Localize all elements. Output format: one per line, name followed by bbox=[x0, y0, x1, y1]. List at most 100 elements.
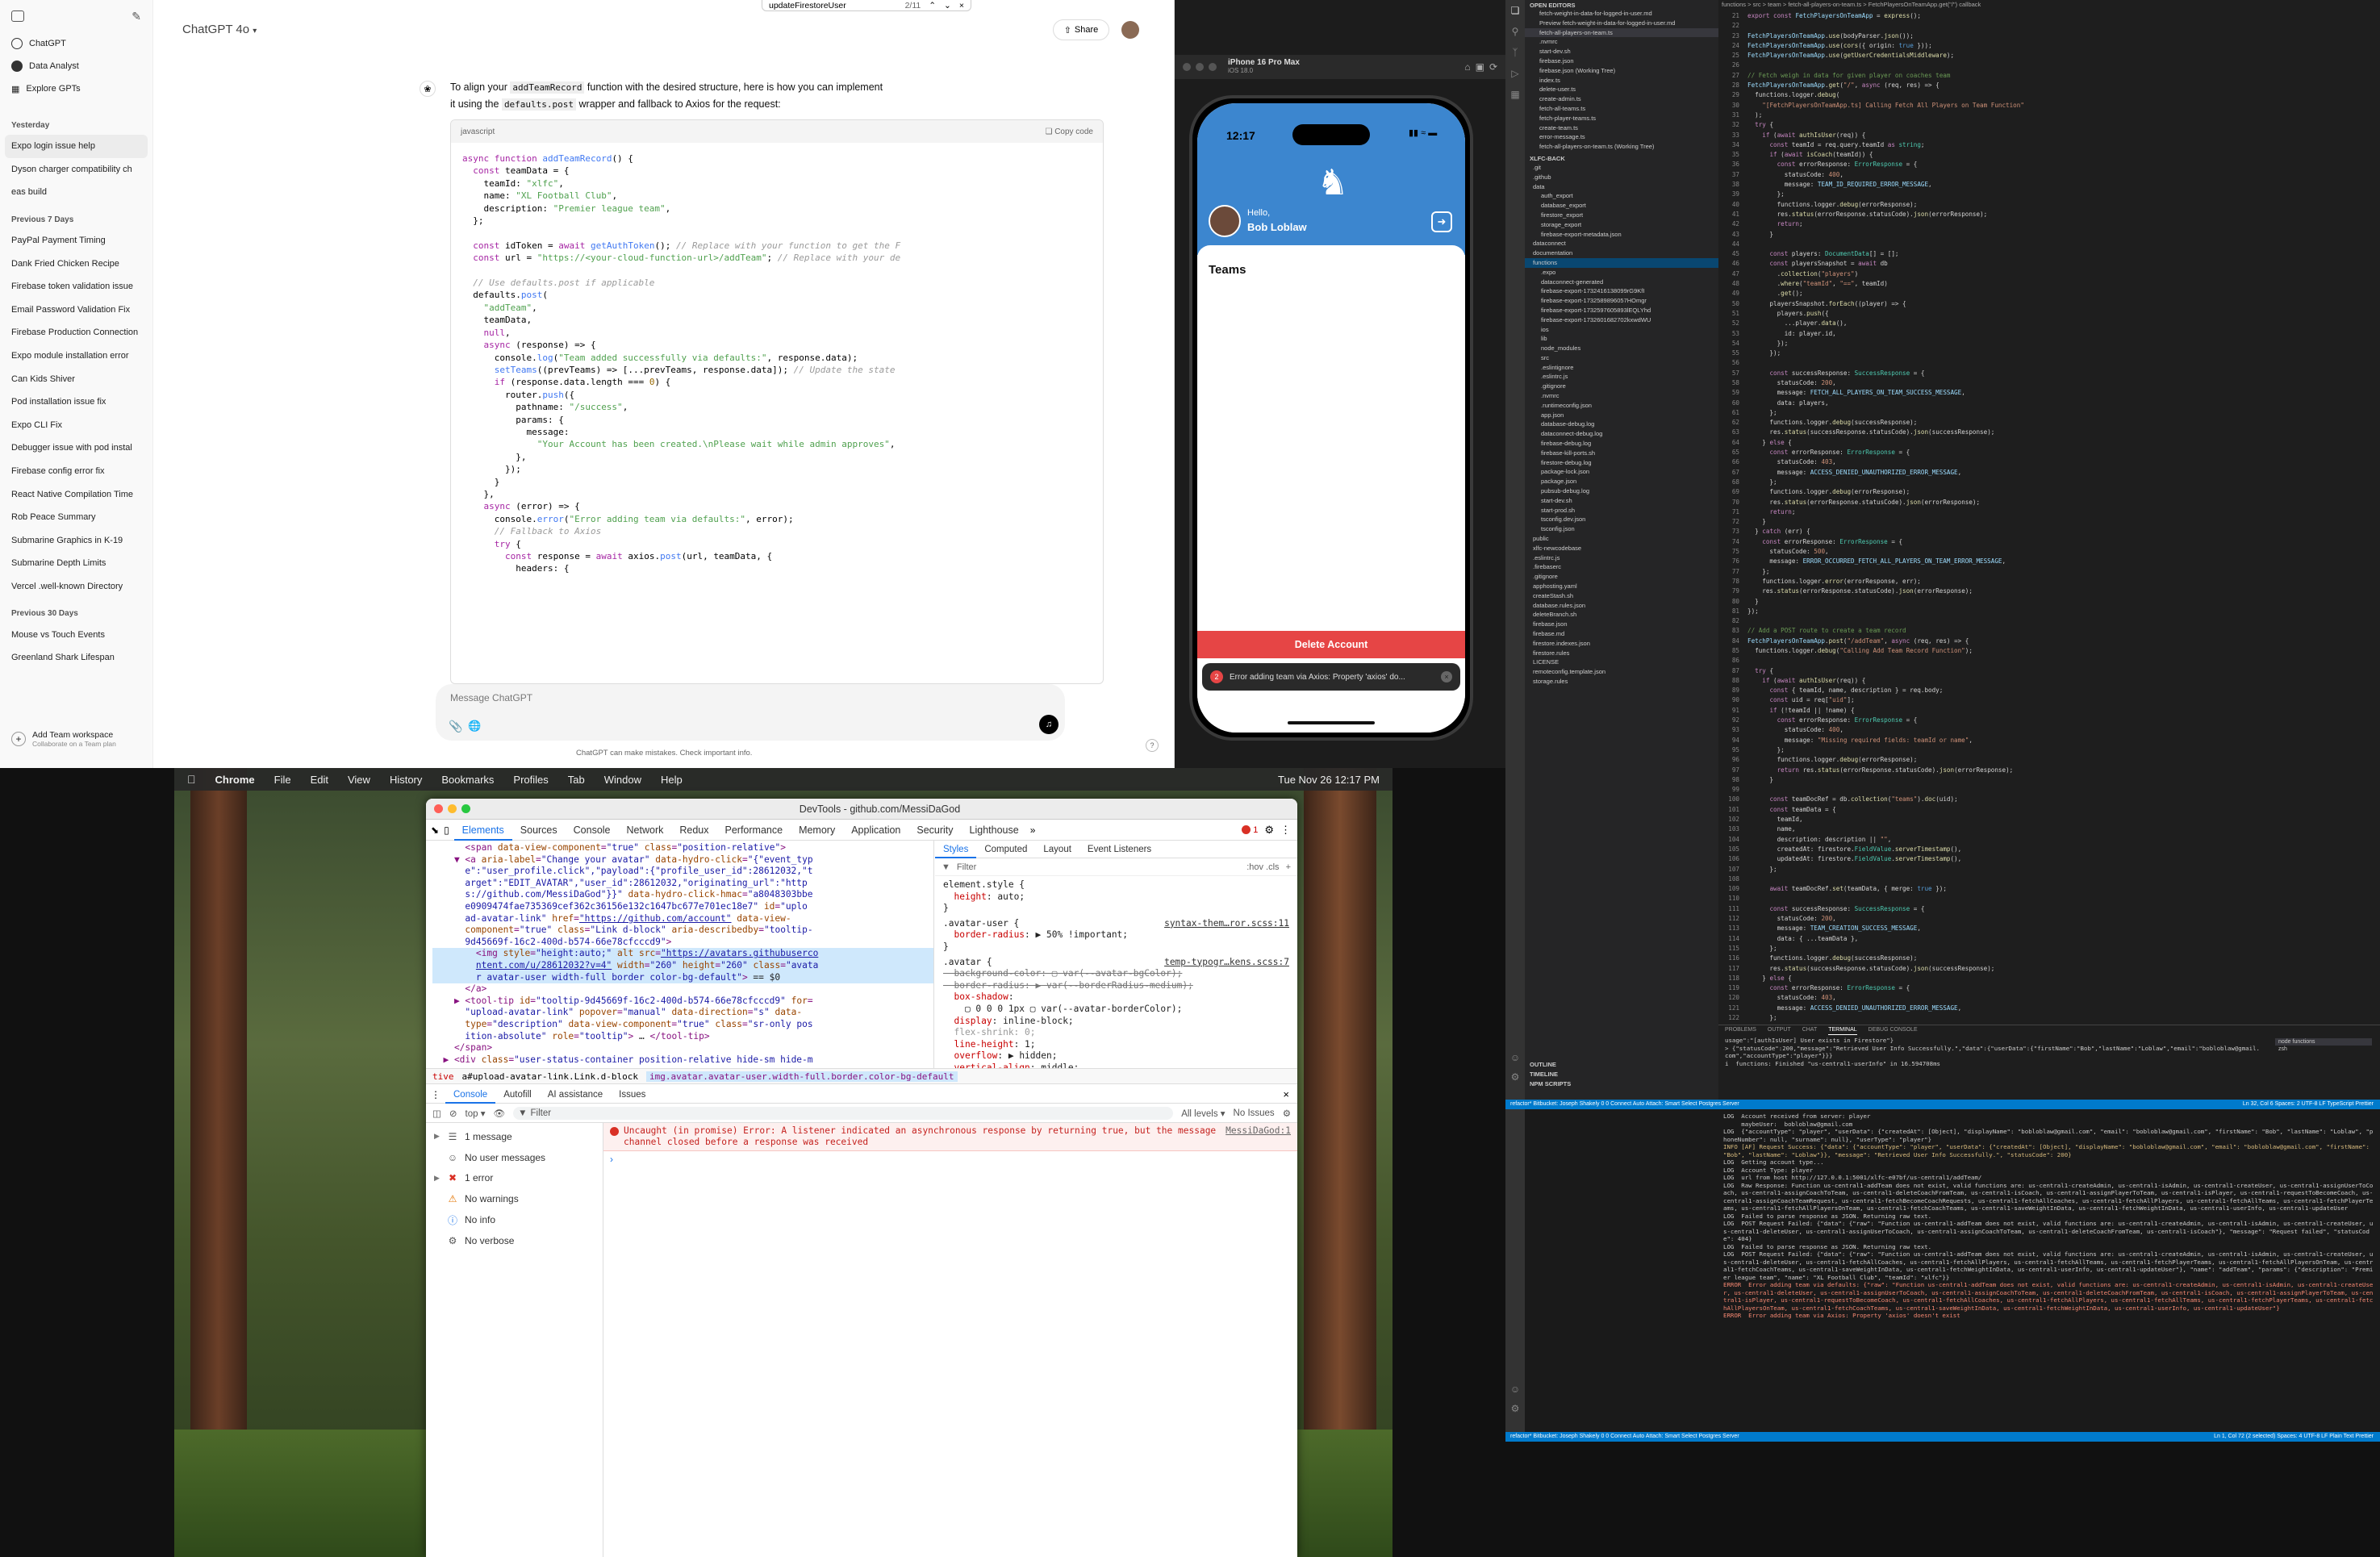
context-select[interactable]: top ▾ bbox=[466, 1108, 486, 1119]
open-editor-item[interactable]: firebase.json (Working Tree) bbox=[1525, 66, 1718, 76]
file-tree-item[interactable]: functions bbox=[1525, 257, 1718, 268]
menu-item-file[interactable]: File bbox=[274, 774, 291, 786]
terminal-output[interactable]: usage":"[authIsUser] User exists in Fire… bbox=[1718, 1035, 2267, 1069]
chevron-up-icon[interactable]: ⌃ bbox=[929, 1, 936, 10]
history-item[interactable]: Debugger issue with pod instal bbox=[0, 436, 152, 460]
terminal-output[interactable]: LOG Account received from server: player… bbox=[1723, 1112, 2375, 1427]
account-icon[interactable]: ☺ bbox=[1505, 1052, 1525, 1063]
file-tree-item[interactable]: package-lock.json bbox=[1525, 467, 1718, 477]
file-tree-item[interactable]: .firebaserc bbox=[1525, 562, 1718, 572]
file-tree-item[interactable]: ios bbox=[1525, 325, 1718, 335]
file-tree-item[interactable]: dataconnect bbox=[1525, 239, 1718, 248]
history-item[interactable]: React Native Compilation Time bbox=[0, 482, 152, 506]
drawer-menu-icon[interactable]: ⋮ bbox=[431, 1089, 441, 1100]
console-sidebar-item[interactable]: ⓘ No info bbox=[426, 1209, 603, 1230]
window-close-icon[interactable] bbox=[434, 804, 443, 813]
status-left[interactable]: refactor* Bitbucket: Joseph Shakely 0 0 … bbox=[1505, 1101, 1739, 1107]
model-selector[interactable]: ChatGPT 4o ▾ bbox=[182, 23, 257, 36]
menu-item-chrome[interactable]: Chrome bbox=[215, 774, 255, 786]
delete-account-button[interactable]: Delete Account bbox=[1197, 631, 1465, 658]
apple-icon[interactable]:  bbox=[187, 773, 196, 786]
breadcrumb-item[interactable]: img.avatar.avatar-user.width-full.border… bbox=[646, 1071, 958, 1082]
console-sidebar-item[interactable]: ⚙ No verbose bbox=[426, 1230, 603, 1251]
menu-item-bookmarks[interactable]: Bookmarks bbox=[441, 774, 494, 786]
window-zoom-icon[interactable] bbox=[461, 804, 470, 813]
console-filter[interactable]: ▼ Filter bbox=[513, 1106, 1174, 1120]
error-source-link[interactable]: MessiDaGod:1 bbox=[1225, 1125, 1291, 1148]
open-editors-header[interactable]: OPEN EDITORS bbox=[1525, 0, 1718, 9]
kebab-menu-icon[interactable]: ⋮ bbox=[1280, 824, 1291, 837]
history-item[interactable]: Dyson charger compatibility ch bbox=[0, 158, 152, 182]
globe-icon[interactable]: 🌐 bbox=[468, 720, 481, 733]
style-source-link[interactable]: syntax-them…ror.scss:11 bbox=[1164, 918, 1289, 930]
history-item[interactable]: Firebase config error fix bbox=[0, 460, 152, 483]
rotate-icon[interactable]: ⟳ bbox=[1489, 61, 1497, 73]
styles-filter-input[interactable]: Filter bbox=[957, 862, 1240, 872]
history-item[interactable]: Pod installation issue fix bbox=[0, 390, 152, 414]
device-toolbar-icon[interactable]: ▯ bbox=[444, 824, 449, 836]
inspect-icon[interactable]: ⬊ bbox=[431, 824, 439, 836]
console-sidebar-item[interactable]: ▶ ✖ 1 error bbox=[426, 1168, 603, 1189]
file-tree-item[interactable]: data bbox=[1525, 182, 1718, 192]
explorer-icon[interactable]: ❏ bbox=[1505, 5, 1525, 16]
logout-icon[interactable]: ➜ bbox=[1431, 211, 1452, 232]
file-tree-item[interactable]: pubsub-debug.log bbox=[1525, 486, 1718, 496]
window-minimize-icon[interactable] bbox=[1196, 63, 1204, 71]
file-tree-item[interactable]: app.json bbox=[1525, 411, 1718, 420]
file-tree-item[interactable]: dataconnect-generated bbox=[1525, 278, 1718, 287]
file-tree-item[interactable]: deleteBranch.sh bbox=[1525, 610, 1718, 620]
close-icon[interactable]: × bbox=[1283, 1088, 1289, 1100]
close-icon[interactable]: × bbox=[959, 1, 964, 10]
account-icon[interactable]: ☺ bbox=[1505, 1384, 1525, 1395]
close-icon[interactable]: × bbox=[1441, 671, 1452, 682]
sidebar-item-explore-gpts[interactable]: ▦ Explore GPTs bbox=[0, 77, 152, 100]
history-item[interactable]: Submarine Graphics in K-19 bbox=[0, 529, 152, 553]
file-tree-item[interactable]: firebase-export-1732597605893lEQLYhd bbox=[1525, 306, 1718, 315]
project-header[interactable]: XLFC-BACK bbox=[1525, 153, 1718, 163]
file-tree-item[interactable]: xlfc-newcodebase bbox=[1525, 544, 1718, 553]
file-tree-item[interactable]: dataconnect-debug.log bbox=[1525, 429, 1718, 439]
open-editor-item[interactable]: fetch-all-players-on-team.ts bbox=[1525, 27, 1718, 38]
file-tree-item[interactable]: database-debug.log bbox=[1525, 420, 1718, 429]
sidebar-item-chatgpt[interactable]: ChatGPT bbox=[0, 32, 152, 55]
menu-item-view[interactable]: View bbox=[348, 774, 370, 786]
tab-lighthouse[interactable]: Lighthouse bbox=[962, 820, 1027, 841]
history-item[interactable]: Vercel .well-known Directory bbox=[0, 575, 152, 599]
gear-icon[interactable]: ⚙ bbox=[1505, 1071, 1525, 1083]
styles-tab-styles[interactable]: Styles bbox=[935, 841, 977, 858]
menu-item-window[interactable]: Window bbox=[604, 774, 641, 786]
open-editor-item[interactable]: error-message.ts bbox=[1525, 132, 1718, 142]
add-rule-icon[interactable]: + bbox=[1286, 862, 1291, 872]
history-item[interactable]: Mouse vs Touch Events bbox=[0, 623, 152, 646]
menu-item-edit[interactable]: Edit bbox=[311, 774, 328, 786]
status-right[interactable]: Ln 1, Col 72 (2 selected) Spaces: 4 UTF-… bbox=[2214, 1432, 2374, 1442]
file-tree-item[interactable]: public bbox=[1525, 534, 1718, 544]
open-editor-item[interactable]: .nvmrc bbox=[1525, 37, 1718, 47]
file-tree-item[interactable]: storage.rules bbox=[1525, 677, 1718, 687]
help-icon[interactable]: ? bbox=[1146, 739, 1159, 752]
file-tree-item[interactable]: .nvmrc bbox=[1525, 391, 1718, 401]
tab-security[interactable]: Security bbox=[908, 820, 961, 841]
attach-icon[interactable]: 📎 bbox=[449, 720, 462, 733]
history-item[interactable]: Firebase Production Connection bbox=[0, 321, 152, 344]
panel-tab-chat[interactable]: CHAT bbox=[1802, 1025, 1818, 1035]
drawer-tab-autofill[interactable]: Autofill bbox=[495, 1086, 540, 1104]
open-editor-item[interactable]: Preview fetch-weight-in-data-for-logged-… bbox=[1525, 19, 1718, 28]
tab-network[interactable]: Network bbox=[619, 820, 672, 841]
window-close-icon[interactable] bbox=[1183, 63, 1191, 71]
history-item[interactable]: Expo module installation error bbox=[0, 344, 152, 368]
open-editor-item[interactable]: create-team.ts bbox=[1525, 123, 1718, 133]
share-button[interactable]: ⇧ Share bbox=[1053, 19, 1109, 40]
file-tree-item[interactable]: database.rules.json bbox=[1525, 601, 1718, 611]
file-tree-item[interactable]: .eslintrc.js bbox=[1525, 372, 1718, 382]
menubar-clock[interactable]: Tue Nov 26 12:17 PM bbox=[1278, 774, 1380, 786]
file-tree-item[interactable]: firebase-export-1732589896057HOmgr bbox=[1525, 296, 1718, 306]
new-chat-icon[interactable]: ✎ bbox=[132, 10, 141, 23]
timeline-header[interactable]: TIMELINE bbox=[1525, 1070, 1718, 1079]
source-control-icon[interactable]: ᛉ bbox=[1505, 47, 1525, 58]
npm-scripts-header[interactable]: NPM SCRIPTS bbox=[1525, 1079, 1718, 1089]
tab-application[interactable]: Application bbox=[843, 820, 908, 841]
gear-icon[interactable]: ⚙ bbox=[1264, 824, 1274, 837]
open-editor-item[interactable]: fetch-player-teams.ts bbox=[1525, 114, 1718, 123]
file-tree-item[interactable]: .gitignore bbox=[1525, 382, 1718, 391]
